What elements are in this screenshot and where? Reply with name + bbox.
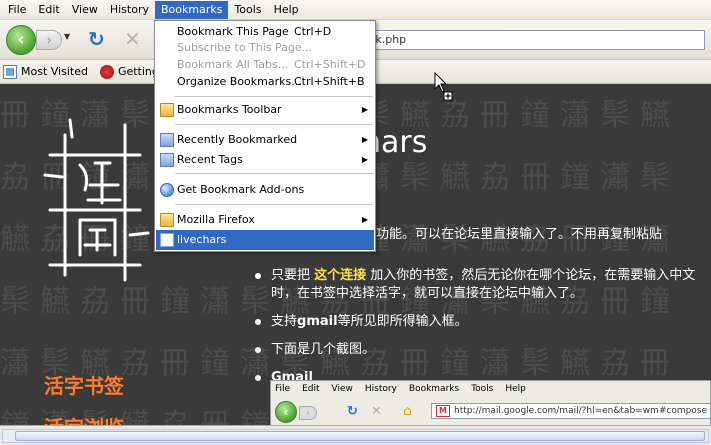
menu-item-mozilla-firefox[interactable]: Mozilla Firefox ▶ xyxy=(156,210,374,230)
list-text-bold: gmail xyxy=(297,314,338,329)
menu-item-label: livechars xyxy=(177,233,227,246)
folder-icon xyxy=(160,213,174,227)
horizontal-scrollbar[interactable] xyxy=(2,429,709,443)
menu-item-bookmarks-toolbar[interactable]: Bookmarks Toolbar ▶ xyxy=(156,100,374,120)
page-icon xyxy=(3,64,17,79)
menu-item-recent-tags[interactable]: Recent Tags ▶ xyxy=(156,150,374,170)
menu-tools[interactable]: Tools xyxy=(228,1,267,19)
menu-item-label: Recently Bookmarked xyxy=(177,133,298,146)
menu-item-label: Bookmark All Tabs... xyxy=(177,58,289,71)
list-text: 等所见即所得输入框。 xyxy=(337,314,468,329)
embedded-menu-bar: File Edit View History Bookmarks Tools H… xyxy=(271,381,710,397)
embedded-menu-item: Bookmarks xyxy=(408,384,460,394)
embedded-menu-item: Edit xyxy=(302,384,320,394)
embedded-menu-item: History xyxy=(364,384,397,394)
embedded-menu-item: View xyxy=(331,384,353,394)
menu-item-organize-bookmarks[interactable]: Organize Bookmarks... Ctrl+Shift+B xyxy=(156,72,374,92)
bookmarks-menu: Bookmark This Page Ctrl+D Subscribe to T… xyxy=(154,20,376,252)
embedded-home-icon: ⌂ xyxy=(403,403,412,419)
menu-separator xyxy=(175,204,373,205)
menu-edit[interactable]: Edit xyxy=(32,1,65,19)
bookmarklet-link[interactable]: 这个连接 xyxy=(314,268,366,283)
submenu-arrow-icon: ▶ xyxy=(361,155,368,164)
menu-item-recently-bookmarked[interactable]: Recently Bookmarked ▶ xyxy=(156,130,374,150)
embedded-url-text: http://mail.google.com/mail/?hl=en&tab=w… xyxy=(454,406,708,416)
menu-item-label: Get Bookmark Add-ons xyxy=(177,183,305,196)
history-dropdown-icon[interactable]: ▼ xyxy=(64,32,70,41)
getting-started-icon xyxy=(99,64,114,79)
forward-arrow-icon: › xyxy=(46,33,52,47)
embedded-forward-icon: › xyxy=(299,406,317,420)
list-item: 支持gmail等所见即所得输入框。 xyxy=(255,313,705,331)
menu-item-get-addons[interactable]: Get Bookmark Add-ons xyxy=(156,180,374,200)
submenu-arrow-icon: ▶ xyxy=(361,105,368,114)
reload-icon[interactable]: ↻ xyxy=(88,28,110,50)
embedded-nav-bar: ‹ › ↻ ✕ ⌂ M http://mail.google.com/mail/… xyxy=(271,397,711,425)
list-text: 支持 xyxy=(271,314,298,329)
bookmark-most-visited[interactable]: Most Visited xyxy=(3,64,88,79)
submenu-arrow-icon: ▶ xyxy=(361,135,368,144)
menu-separator xyxy=(175,124,373,125)
menu-view[interactable]: View xyxy=(66,1,104,19)
smart-folder-icon xyxy=(160,153,174,167)
status-bar xyxy=(0,425,711,445)
scrollbar-thumb[interactable] xyxy=(15,431,705,441)
embedded-reload-icon: ↻ xyxy=(347,404,358,419)
globe-icon xyxy=(160,183,174,197)
embedded-screenshot: File Edit View History Bookmarks Tools H… xyxy=(270,380,711,425)
menu-item-label: Bookmarks Toolbar xyxy=(177,103,282,116)
list-item: 只要把 这个连接 加入你的书签，然后无论你在哪个论坛，在需要输入中文时，在书签中… xyxy=(255,267,705,303)
gmail-favicon-icon: M xyxy=(436,405,450,417)
forward-button[interactable]: › xyxy=(36,30,62,50)
menu-separator xyxy=(175,96,373,97)
bookmark-page-icon xyxy=(160,233,174,247)
menu-item-label: Bookmark This Page xyxy=(177,25,289,38)
menu-item-label: Recent Tags xyxy=(177,153,243,166)
menu-item-label: Subscribe to This Page... xyxy=(177,41,313,54)
embedded-menu-item: Tools xyxy=(471,384,494,394)
feature-list: 只要把 这个连接 加入你的书签，然后无论你在哪个论坛，在需要输入中文时，在书签中… xyxy=(255,267,705,397)
list-item: 下面是几个截图。 xyxy=(255,341,705,359)
folder-icon xyxy=(160,103,174,117)
stop-icon[interactable]: ✕ xyxy=(124,28,146,50)
menu-file[interactable]: File xyxy=(2,1,32,19)
embedded-menu-item: Help xyxy=(505,384,526,394)
embedded-menu-item: File xyxy=(275,384,291,394)
menu-item-shortcut: Ctrl+Shift+B xyxy=(294,75,365,88)
side-title-secondary: 活字浏览 xyxy=(44,412,124,425)
embedded-url-bar: M http://mail.google.com/mail/?hl=en&tab… xyxy=(431,403,711,419)
submenu-arrow-icon: ▶ xyxy=(361,215,368,224)
menu-separator xyxy=(175,173,373,174)
list-text: 只要把 xyxy=(271,268,315,283)
side-title: 活字书签 xyxy=(44,374,124,398)
menu-item-label: Organize Bookmarks... xyxy=(177,75,302,88)
back-arrow-icon: ‹ xyxy=(17,29,25,50)
drag-cursor-icon xyxy=(434,72,453,101)
intro-text: 功能。可以在论坛里直接输入了。不用再复制粘贴 xyxy=(376,227,663,242)
bookmark-label: Most Visited xyxy=(21,65,88,78)
seal-logo xyxy=(43,118,150,282)
smart-folder-icon xyxy=(160,133,174,147)
menu-help[interactable]: Help xyxy=(268,1,305,19)
menu-item-label: Mozilla Firefox xyxy=(177,213,255,226)
menu-item-livechars[interactable]: livechars xyxy=(156,230,374,250)
menu-bookmarks[interactable]: Bookmarks xyxy=(154,0,229,19)
embedded-stop-icon: ✕ xyxy=(371,404,382,419)
menu-history[interactable]: History xyxy=(104,1,155,19)
menu-bar: File Edit View History Bookmarks Tools H… xyxy=(0,0,711,20)
back-button[interactable]: ‹ xyxy=(6,25,36,55)
embedded-back-icon: ‹ xyxy=(275,401,297,423)
